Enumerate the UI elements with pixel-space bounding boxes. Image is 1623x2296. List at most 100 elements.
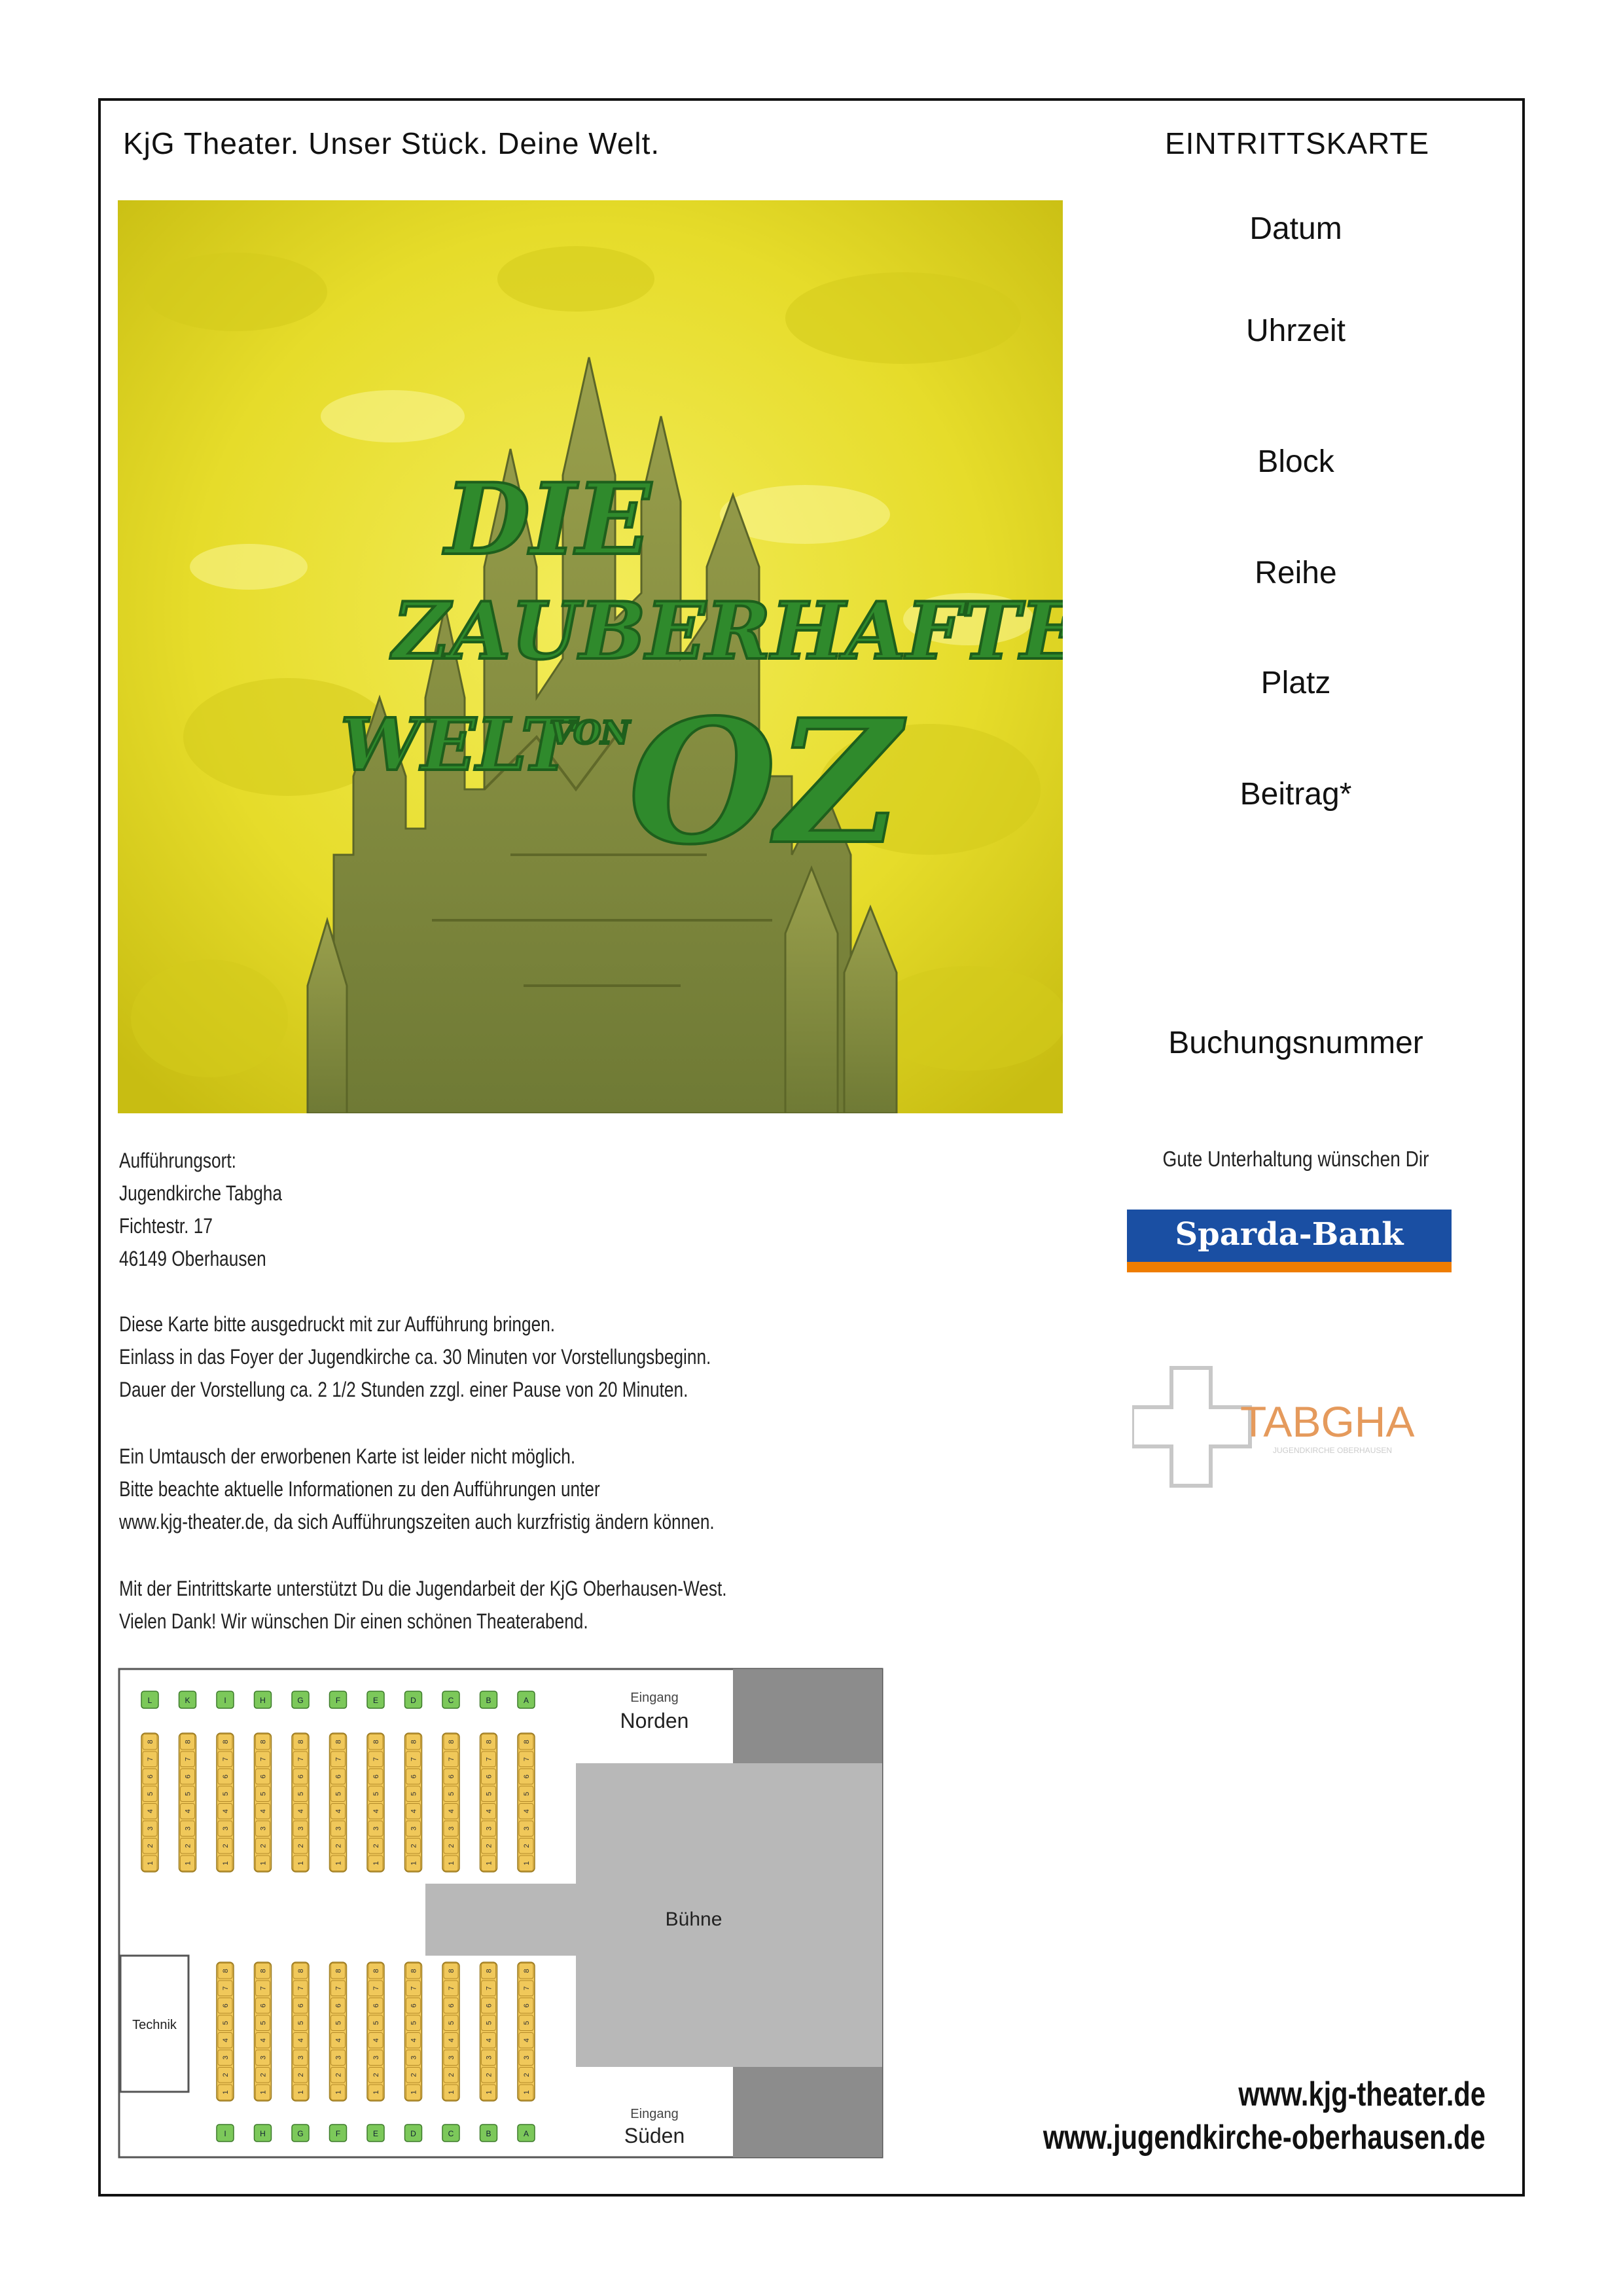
block-south-C-label: C xyxy=(448,2129,454,2138)
seat-number: 3 xyxy=(486,1827,493,1831)
seat-number: 6 xyxy=(260,1774,268,1778)
block-south-F-label: F xyxy=(336,2129,340,2138)
seat-column-north-K xyxy=(178,1732,197,1873)
note-line: Einlass in das Foyer der Jugendkirche ca… xyxy=(119,1345,711,1369)
seat-number: 7 xyxy=(448,1986,455,1990)
seat-number: 3 xyxy=(523,2056,531,2060)
seat-number: 3 xyxy=(185,1827,192,1831)
seat-number: 3 xyxy=(523,1827,531,1831)
seat-number: 2 xyxy=(147,1844,154,1848)
seat-number: 4 xyxy=(523,2038,531,2042)
block-north-F-label: F xyxy=(336,1696,340,1705)
field-fee: Beitrag* xyxy=(1240,777,1352,812)
field-time: Uhrzeit xyxy=(1245,314,1346,348)
seat-number: 7 xyxy=(410,1986,418,1990)
seat-number: 7 xyxy=(260,1986,268,1990)
seat-number: 3 xyxy=(410,1827,418,1831)
seat-number: 1 xyxy=(372,1861,380,1865)
block-south-G-label: G xyxy=(297,2129,303,2138)
seat-number: 6 xyxy=(260,2003,268,2007)
seat-number: 1 xyxy=(448,2090,455,2094)
seat-number: 8 xyxy=(448,1740,455,1744)
seat-number: 2 xyxy=(486,1844,493,1848)
seat-number: 7 xyxy=(335,1757,343,1761)
seat-number: 3 xyxy=(486,2056,493,2060)
seat-number: 8 xyxy=(335,1740,343,1744)
seat-number: 8 xyxy=(372,1740,380,1744)
block-north-G-label: G xyxy=(297,1696,303,1705)
url-kjg[interactable]: www.kjg-theater.de xyxy=(1238,2075,1486,2114)
block-north-D-label: D xyxy=(410,1696,416,1705)
seat-number: 5 xyxy=(448,2021,455,2025)
seat-number: 1 xyxy=(486,1861,493,1865)
seat-number: 7 xyxy=(185,1757,192,1761)
svg-text:DIE: DIE xyxy=(442,462,652,577)
sparda-bank-label: Sparda-Bank xyxy=(1175,1216,1404,1253)
seat-number: 3 xyxy=(222,1827,230,1831)
sponsor-thanks: Gute Unterhaltung wünschen Dir xyxy=(1162,1147,1429,1171)
stage-label: Bühne xyxy=(666,1909,722,1930)
seat-column-south-A xyxy=(517,1962,535,2102)
seat-number: 5 xyxy=(260,1792,268,1796)
seat-number: 6 xyxy=(222,1774,230,1778)
north-entrance-small: Eingang xyxy=(630,1691,678,1705)
seat-number: 7 xyxy=(147,1757,154,1761)
seat-number: 3 xyxy=(297,1827,305,1831)
seat-number: 8 xyxy=(260,1740,268,1744)
svg-text:OZ: OZ xyxy=(628,683,907,882)
seat-number: 4 xyxy=(372,1809,380,1813)
seat-number: 2 xyxy=(222,1844,230,1848)
venue-info: Aufführungsort: Jugendkirche Tabgha Fich… xyxy=(119,1144,282,1275)
seat-number: 8 xyxy=(523,1740,531,1744)
seat-column-south-G xyxy=(291,1962,310,2102)
block-north-K-label: K xyxy=(185,1696,190,1705)
seat-number: 2 xyxy=(523,2073,531,2077)
seat-number: 4 xyxy=(410,2038,418,2042)
seat-number: 6 xyxy=(372,1774,380,1778)
ticket-title: EINTRITTSKARTE xyxy=(1165,126,1430,160)
seat-number: 8 xyxy=(523,1969,531,1973)
block-south-B-label: B xyxy=(486,2129,491,2138)
svg-text:WELT: WELT xyxy=(340,702,579,787)
sparda-bank-logo: Sparda-Bank xyxy=(1127,1210,1452,1272)
field-seat: Platz xyxy=(1260,666,1331,700)
seat-number: 5 xyxy=(335,1792,343,1796)
seat-number: 4 xyxy=(297,1809,305,1813)
seat-number: 1 xyxy=(222,1861,230,1865)
seat-number: 1 xyxy=(297,1861,305,1865)
seat-number: 7 xyxy=(222,1986,230,1990)
seat-column-south-B xyxy=(479,1962,498,2102)
seat-number: 2 xyxy=(260,1844,268,1848)
seat-number: 2 xyxy=(297,1844,305,1848)
seat-number: 5 xyxy=(297,1792,305,1796)
seat-number: 6 xyxy=(185,1774,192,1778)
seat-number: 3 xyxy=(260,1827,268,1831)
seat-number: 7 xyxy=(486,1757,493,1761)
seat-number: 1 xyxy=(222,2090,230,2094)
seat-number: 7 xyxy=(335,1986,343,1990)
seat-column-north-I xyxy=(216,1732,234,1873)
seat-column-north-B xyxy=(479,1732,498,1873)
seat-column-north-H xyxy=(253,1732,272,1873)
seat-number: 2 xyxy=(335,2073,343,2077)
seat-number: 5 xyxy=(523,1792,531,1796)
block-south-E-label: E xyxy=(373,2129,378,2138)
seat-number: 6 xyxy=(147,1774,154,1778)
seat-number: 2 xyxy=(185,1844,192,1848)
seat-number: 1 xyxy=(185,1861,192,1865)
note-line: Mit der Eintrittskarte unterstützt Du di… xyxy=(119,1577,727,1600)
field-booking-number: Buchungsnummer xyxy=(1168,1026,1423,1060)
seat-number: 6 xyxy=(410,2003,418,2007)
url-jugendkirche[interactable]: www.jugendkirche-oberhausen.de xyxy=(1043,2118,1486,2157)
seat-number: 8 xyxy=(222,1969,230,1973)
note-line: Diese Karte bitte ausgedruckt mit zur Au… xyxy=(119,1312,556,1336)
seat-number: 7 xyxy=(448,1757,455,1761)
seat-number: 7 xyxy=(297,1986,305,1990)
block-north-A-label: A xyxy=(524,1696,529,1705)
stage-area xyxy=(576,1763,882,2067)
seat-column-north-A xyxy=(517,1732,535,1873)
seat-column-south-C xyxy=(442,1962,460,2102)
seat-number: 1 xyxy=(448,1861,455,1865)
seat-number: 4 xyxy=(523,1809,531,1813)
seat-number: 6 xyxy=(486,1774,493,1778)
